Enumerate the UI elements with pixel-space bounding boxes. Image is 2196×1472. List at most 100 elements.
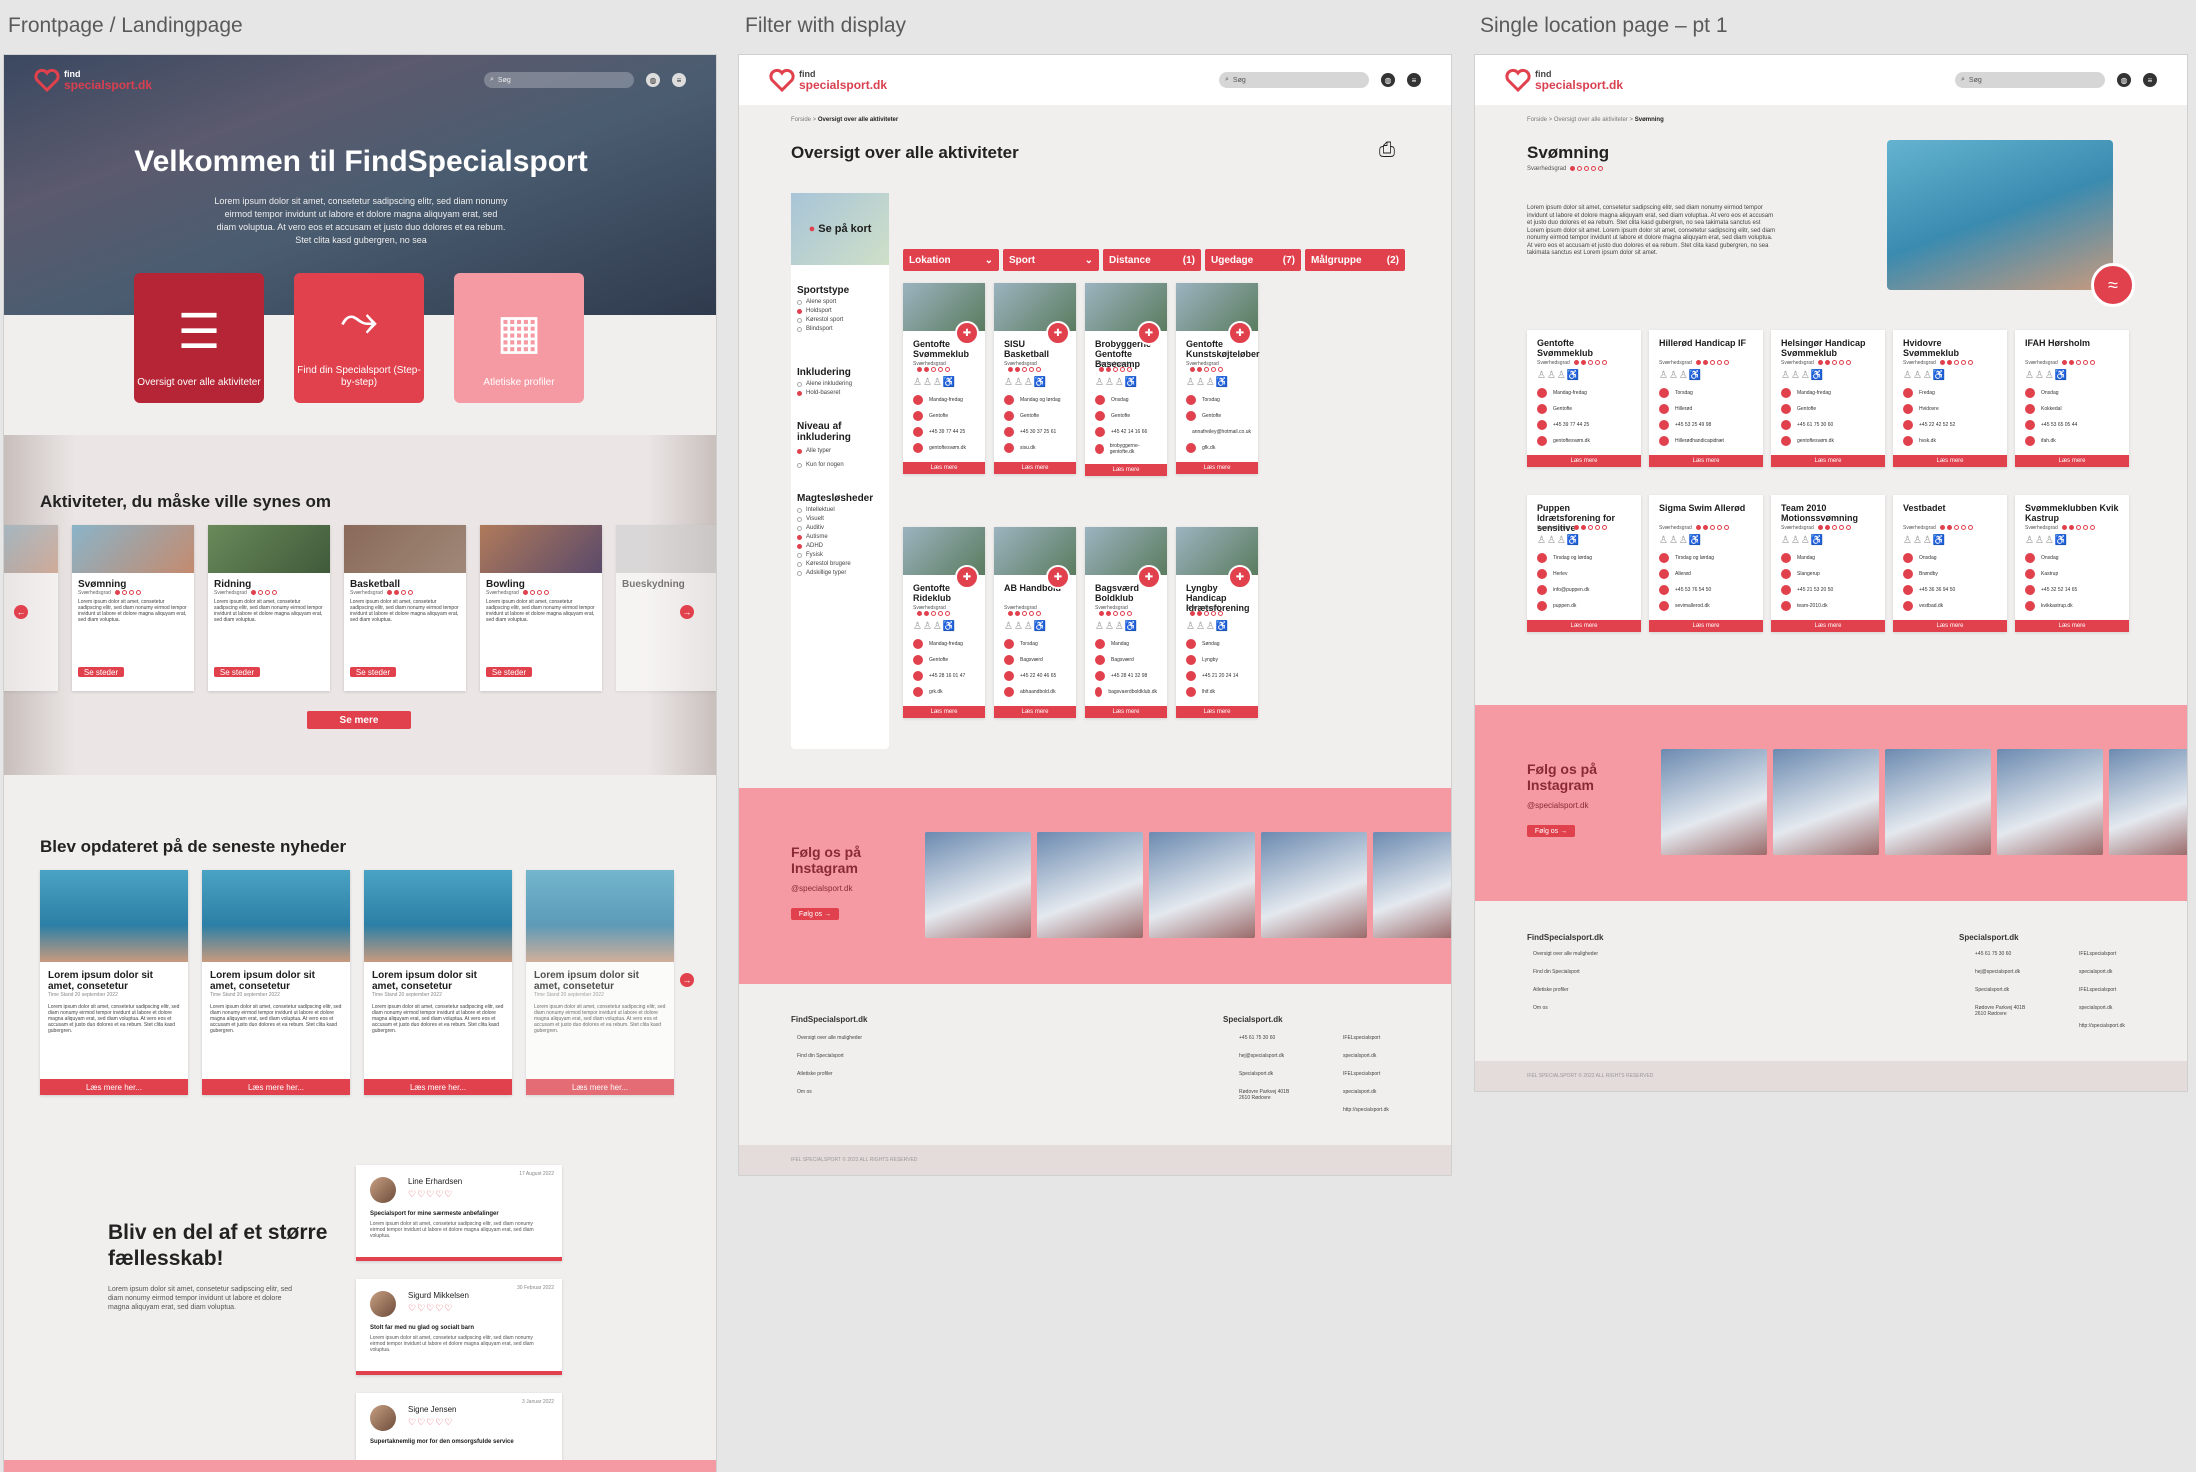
activity-card[interactable]: Svømning Sværhedsgrad Lorem ipsum dolor si…	[72, 525, 194, 691]
club-web[interactable]: hvsk.dk	[1893, 433, 2007, 449]
read-more-button[interactable]: Læs mere her...	[202, 1079, 350, 1095]
read-more-button[interactable]: Læs mere her...	[526, 1079, 674, 1095]
filter-option[interactable]: Intellektuel	[797, 507, 873, 513]
read-more-button[interactable]: Læs mere	[903, 462, 985, 474]
read-more-button[interactable]: Læs mere	[1085, 706, 1167, 718]
instagram-photo[interactable]	[1997, 749, 2103, 855]
filter-option[interactable]: Visuelt	[797, 516, 873, 522]
filter-option[interactable]: Alene inkludering	[797, 381, 852, 387]
club-phone[interactable]: +45 32 52 14 65	[2015, 582, 2129, 598]
filter-option[interactable]: Kørestol brugere	[797, 561, 873, 567]
club-web[interactable]: Hillerødhandicapidræt	[1649, 433, 1763, 449]
filter-option[interactable]: Holdsport	[797, 308, 849, 314]
menu-icon[interactable]: ≡	[2143, 73, 2157, 87]
footer-link[interactable]: Atletiske profiler	[1533, 987, 1569, 993]
search-input[interactable]: ⌕ Søg	[484, 72, 634, 88]
club-phone[interactable]: +45 42 14 16 66	[1085, 424, 1167, 440]
location-card[interactable]: Hillerød Handicap IF Sværhedsgrad ♙♙♙♿ Tors…	[1649, 330, 1763, 467]
club-phone[interactable]: +45 28 41 32 98	[1085, 668, 1167, 684]
footer-social[interactable]: specialsport.dk	[1343, 1053, 1376, 1059]
filter-option[interactable]: Hold-baseret	[797, 390, 852, 396]
filter-option[interactable]: ADHD	[797, 543, 873, 549]
location-card[interactable]: Hvidovre Svømmeklub Sværhedsgrad ♙♙♙♿ Freda…	[1893, 330, 2007, 467]
news-card[interactable]: Lorem ipsum dolor sit amet, consetetur Ti…	[40, 870, 188, 1095]
read-more-button[interactable]: Læs mere	[903, 706, 985, 718]
see-more-button[interactable]: Se mere	[307, 711, 411, 729]
logo[interactable]: find specialsport.dk	[34, 68, 152, 92]
instagram-photo[interactable]	[925, 832, 1031, 938]
club-web[interactable]: abhaandbold.dk	[994, 684, 1076, 700]
logo[interactable]: find specialsport.dk	[1505, 68, 1623, 92]
club-phone[interactable]: +45 22 40 46 65	[994, 668, 1076, 684]
read-more-button[interactable]: Læs mere	[2015, 455, 2129, 467]
footer-link[interactable]: Om os	[797, 1089, 812, 1095]
follow-button[interactable]: Følg os →	[1527, 825, 1575, 837]
location-card[interactable]: Gentofte Svømmeklub Sværhedsgrad ♙♙♙♿ Manda…	[1527, 330, 1641, 467]
club-web[interactable]: team-2010.dk	[1771, 598, 1885, 614]
read-more-button[interactable]: Læs mere	[1527, 455, 1641, 467]
chip-sport[interactable]: Sport ⌄	[1003, 249, 1099, 271]
activity-card-partial[interactable]	[4, 525, 58, 691]
tile-profiles[interactable]: ▦ Atletiske profiler	[454, 273, 584, 403]
footer-social[interactable]: specialsport.dk	[2079, 1005, 2112, 1011]
map-button[interactable]: ● Se på kort	[791, 193, 889, 265]
location-card[interactable]: ✚ Bagsværd Boldklub Sværhedsgrad ♙♙♙♿ Mandag…	[1085, 527, 1167, 718]
read-more-button[interactable]: Læs mere	[1893, 620, 2007, 632]
footer-link[interactable]: Om os	[1533, 1005, 1548, 1011]
chip-weekdays[interactable]: Ugedage (7)	[1205, 249, 1301, 271]
language-icon[interactable]: ◍	[2117, 73, 2131, 87]
club-web[interactable]: sevimallerod.dk	[1649, 598, 1763, 614]
footer-social[interactable]: specialsport.dk	[1343, 1089, 1376, 1095]
read-more-button[interactable]: Læs mere	[994, 706, 1076, 718]
location-card[interactable]: Helsingør Handicap Svømmeklub Sværhedsgra…	[1771, 330, 1885, 467]
chip-target-group[interactable]: Målgruppe (2)	[1305, 249, 1405, 271]
filter-option[interactable]: Blindsport	[797, 326, 849, 332]
footer-link[interactable]: Find din Specialsport	[1533, 969, 1580, 975]
read-more-button[interactable]: Læs mere	[1085, 464, 1167, 476]
search-input[interactable]: ⌕ Søg	[1955, 72, 2105, 88]
activity-card[interactable]: Bowling Sværhedsgrad Lorem ipsum dolor sit…	[480, 525, 602, 691]
read-more-button[interactable]: Læs mere	[1893, 455, 2007, 467]
club-web[interactable]: gentoftesvøm.dk	[1527, 433, 1641, 449]
footer-link[interactable]: Find din Specialsport	[797, 1053, 844, 1059]
footer-contact[interactable]: hej@specialsport.dk	[1975, 969, 2020, 975]
read-more-button[interactable]: Læs mere her...	[364, 1079, 512, 1095]
read-more-button[interactable]: Læs mere	[1527, 620, 1641, 632]
club-web[interactable]: gentoftesvøm.dk	[903, 440, 985, 456]
club-phone[interactable]: +45 39 77 44 25	[903, 424, 985, 440]
language-icon[interactable]: ◍	[1381, 73, 1395, 87]
read-more-button[interactable]: Læs mere	[1771, 620, 1885, 632]
footer-contact[interactable]: Specialsport.dk	[1975, 987, 2009, 993]
instagram-photo[interactable]	[1037, 832, 1143, 938]
read-more-button[interactable]: Læs mere	[1771, 455, 1885, 467]
club-phone[interactable]: +45 53 25 49 98	[1649, 417, 1763, 433]
instagram-photo[interactable]	[1773, 749, 1879, 855]
crumb-overview[interactable]: Oversigt over alle aktiviteter	[1554, 117, 1628, 123]
filter-option[interactable]: Fysisk	[797, 552, 873, 558]
footer-link[interactable]: Oversigt over alle muligheder	[797, 1035, 862, 1041]
location-card[interactable]: Svømmeklubben Kvik Kastrup Sværhedsgrad ♙♙…	[2015, 495, 2129, 632]
see-places-button[interactable]: Se steder	[78, 667, 124, 677]
club-phone[interactable]: +45 30 37 25 61	[994, 424, 1076, 440]
footer-social[interactable]: IFELspecialsport	[2079, 951, 2116, 957]
location-card[interactable]: ✚ Brobyggerne Gentofte Basecamp Sværhedsgr…	[1085, 283, 1167, 476]
location-card[interactable]: ✚ Lyngby Handicap Idrætsforening Sværhedsg…	[1176, 527, 1258, 718]
carousel-next-icon[interactable]: →	[680, 605, 694, 619]
footer-contact[interactable]: +45 61 75 30 60	[1975, 951, 2011, 957]
club-phone[interactable]: +45 21 53 20 50	[1771, 582, 1885, 598]
footer-social[interactable]: IFELspecialsport	[1343, 1035, 1380, 1041]
news-card[interactable]: Lorem ipsum dolor sit amet, consetetur Ti…	[202, 870, 350, 1095]
club-web[interactable]: lhif.dk	[1176, 684, 1258, 700]
chip-distance[interactable]: Distance (1)	[1103, 249, 1201, 271]
search-input[interactable]: ⌕ Søg	[1219, 72, 1369, 88]
read-more-button[interactable]: Læs mere her...	[40, 1079, 188, 1095]
footer-contact[interactable]: hej@specialsport.dk	[1239, 1053, 1284, 1059]
footer-contact[interactable]: Specialsport.dk	[1239, 1071, 1273, 1077]
news-card[interactable]: Lorem ipsum dolor sit amet, consetetur Ti…	[526, 870, 674, 1095]
footer-link[interactable]: Atletiske profiler	[797, 1071, 833, 1077]
club-web[interactable]: gfk.dk	[1176, 440, 1258, 456]
activity-card[interactable]: Basketball Sværhedsgrad Lorem ipsum dolor …	[344, 525, 466, 691]
club-phone[interactable]: +45 28 16 01 47	[903, 668, 985, 684]
location-card[interactable]: Vestbadet Sværhedsgrad ♙♙♙♿ Onsdag Brøndby +4…	[1893, 495, 2007, 632]
footer-social[interactable]: specialsport.dk	[2079, 969, 2112, 975]
